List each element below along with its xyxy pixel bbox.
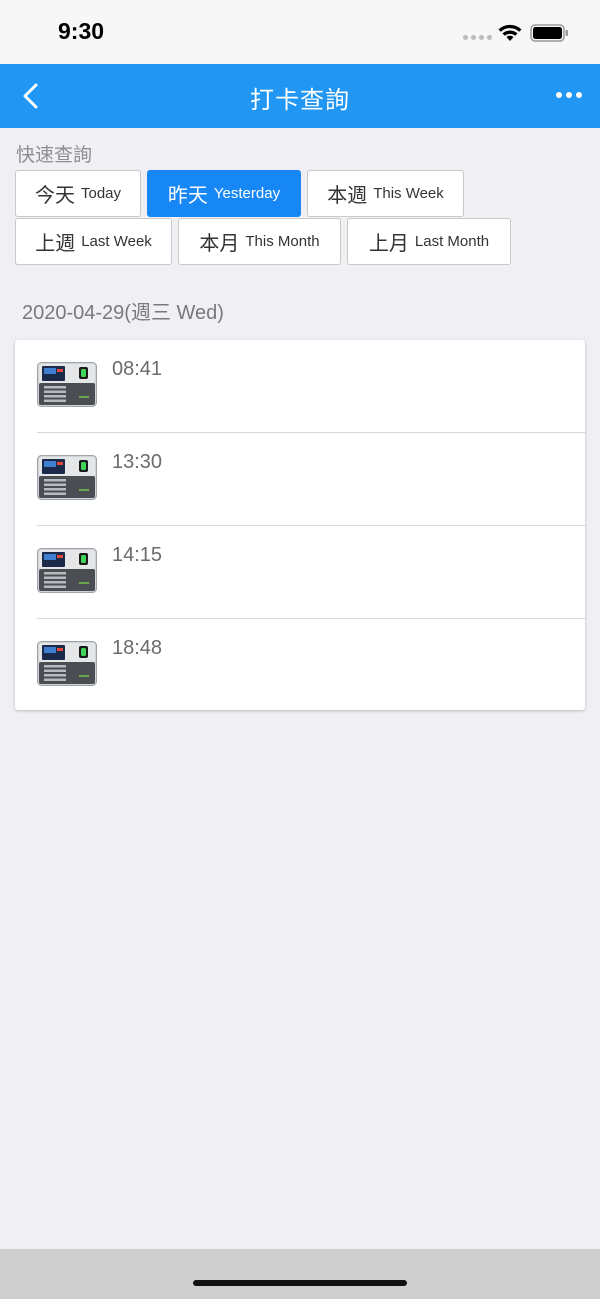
punch-record-row[interactable]: 13:30 [15,433,585,526]
time-clock-device-icon [37,548,97,593]
button-label-zh: 本月 [199,233,240,255]
time-clock-device-icon [37,641,97,686]
last-month-button[interactable]: 上月 Last Month [347,218,511,265]
button-label-en: Today [80,185,122,202]
cellular-signal-icon [463,35,492,40]
page-title: 打卡查詢 [250,87,350,114]
today-button[interactable]: 今天 Today [15,170,141,217]
time-clock-device-icon [37,362,97,407]
button-label-en: This Month [245,233,320,250]
yesterday-button[interactable]: 昨天 Yesterday [147,170,301,217]
this-month-button[interactable]: 本月 This Month [178,218,341,265]
home-indicator-area [0,1249,600,1299]
button-label-zh: 今天 [34,185,75,207]
battery-icon [530,24,568,42]
punch-time: 08:41 [112,358,163,380]
button-label-zh: 上月 [368,233,409,255]
status-time: 9:30 [58,18,105,44]
punch-record-list: 08:41 13:30 14:15 18:48 [15,340,585,710]
button-label-en: Last Month [414,233,490,250]
button-label-en: Yesterday [213,185,281,202]
last-week-button[interactable]: 上週 Last Week [15,218,172,265]
wifi-icon [498,24,522,41]
this-week-button[interactable]: 本週 This Week [307,170,464,217]
home-indicator[interactable] [193,1280,407,1286]
button-label-zh: 上週 [35,233,76,255]
button-label-zh: 昨天 [167,185,208,207]
quick-query-label: 快速查詢 [16,145,93,166]
button-label-en: This Week [373,185,444,202]
punch-time: 18:48 [112,637,163,659]
navigation-bar: 打卡查詢 [0,64,600,128]
status-bar: 9:30 [0,0,600,64]
record-date-heading: 2020-04-29(週三 Wed) [22,302,224,324]
button-label-zh: 本週 [327,185,368,207]
more-options-icon[interactable] [556,92,586,102]
button-label-en: Last Week [81,233,152,250]
punch-time: 13:30 [112,451,163,473]
time-clock-device-icon [37,455,97,500]
punch-record-row[interactable]: 14:15 [15,526,585,619]
punch-time: 14:15 [112,544,163,566]
punch-record-row[interactable]: 08:41 [15,340,585,433]
punch-record-row[interactable]: 18:48 [15,619,585,712]
